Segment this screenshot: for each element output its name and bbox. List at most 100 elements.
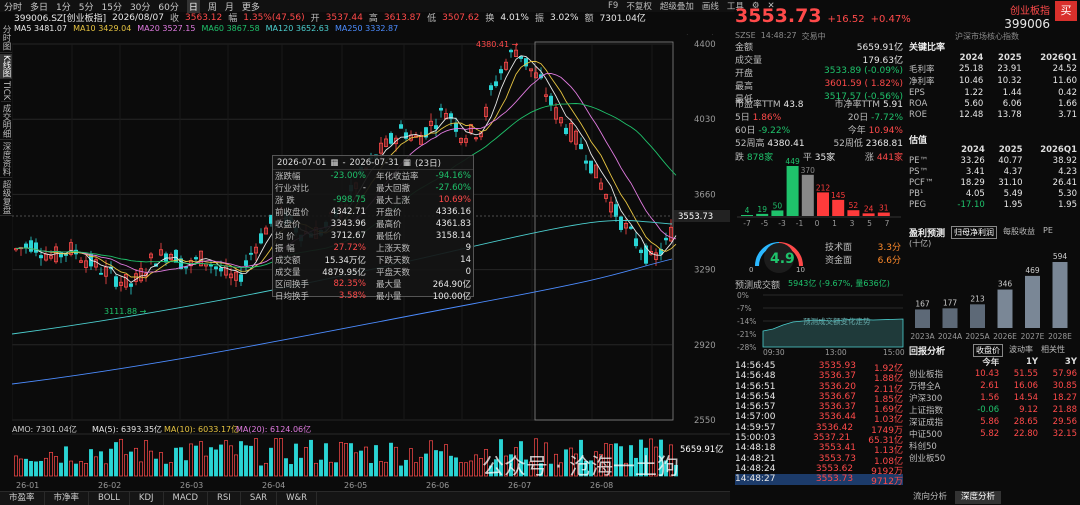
d60-label: 60日 — [735, 126, 756, 136]
volume-bar — [14, 455, 18, 477]
tick-row: 14:48:18 3553.41 1.13亿 — [735, 443, 903, 456]
date-tick: 26-06 — [426, 481, 449, 490]
candle-body — [564, 127, 569, 135]
table-cell: 14.54 — [1013, 393, 1039, 403]
price-tick: 3660 — [694, 190, 716, 200]
profit-tab[interactable]: PE — [1041, 226, 1055, 239]
calendar-icon[interactable]: ▦ — [330, 158, 338, 168]
period-tab[interactable]: 30分 — [130, 0, 150, 13]
period-tab[interactable]: 日 — [186, 0, 200, 13]
volume-bar — [29, 460, 33, 477]
table-cell: 0.42 — [1058, 87, 1077, 98]
toolbar-item[interactable]: 超级叠加 — [660, 0, 694, 12]
indicator-tab[interactable]: W&R — [277, 492, 318, 505]
table-cell: -17.10 — [957, 199, 985, 210]
leftnav-item[interactable]: TICK — [1, 80, 11, 103]
indicator-tab[interactable]: MACD — [164, 492, 208, 505]
table-cell: 5.82 — [980, 429, 1000, 439]
tooltip-value: 15.34万亿 — [324, 256, 366, 266]
leftnav-item[interactable]: 超级复盘 — [0, 179, 12, 217]
tick-time: 14:48:24 — [735, 463, 776, 474]
table-cell: PS™ — [909, 166, 929, 177]
quote-rows: 金额 5659.91亿 成交量 179.63亿 开盘 3533.89 (-0.09%) 最高… — [735, 40, 903, 105]
profit-value: 213 — [970, 294, 985, 303]
profit-value: 167 — [915, 299, 930, 308]
distribution-bar — [862, 213, 875, 216]
indicator-tab[interactable]: 市净率 — [45, 492, 90, 505]
profit-tab[interactable]: 每股收益 — [1001, 226, 1037, 239]
tooltip-label: 最小量 — [375, 292, 402, 302]
table-cell: 4.37 — [1003, 166, 1023, 177]
distribution-label: 7 — [885, 219, 890, 228]
indicator-tab[interactable]: RSI — [208, 492, 241, 505]
indicator-tab[interactable]: 市盈率 — [0, 492, 45, 505]
leftnav-item[interactable]: 深度资料 — [0, 141, 12, 179]
quote-row-label: 最高 — [735, 82, 754, 92]
profit-year: 2025A — [965, 332, 990, 341]
low-value: 3507.62 — [442, 12, 480, 23]
toolbar-item[interactable]: F9 — [608, 1, 618, 11]
table-cell: 38.92 — [1052, 155, 1077, 166]
tick-amount: 1.03亿 — [873, 415, 903, 426]
quote-row: 开盘 3533.89 (-0.09%) — [735, 66, 903, 79]
tooltip-value: 264.90亿 — [432, 280, 471, 290]
distribution-bar — [741, 215, 753, 216]
volume-bar — [349, 443, 353, 477]
distribution-bar — [756, 213, 769, 216]
candle-body — [614, 204, 619, 217]
candle-body — [453, 122, 458, 132]
table-cell: 1.22 — [964, 87, 984, 98]
range-to[interactable]: 2026-07-31 — [350, 158, 399, 168]
table-row: 深证成指 5.86 28.65 29.56 — [907, 416, 1079, 428]
volume-bar — [74, 463, 78, 477]
bottom-right-tabs: 流向分析 深度分析 — [907, 491, 1079, 504]
leftnav-item[interactable]: 成交明细 — [0, 103, 12, 141]
profit-tab[interactable]: 归母净利润 — [951, 226, 998, 239]
tick-row: 14:56:48 3536.37 1.88亿 — [735, 371, 903, 384]
period-tab[interactable]: 更多 — [242, 0, 260, 13]
low-mark: 3111.88 → — [104, 307, 147, 316]
table-header-cell: 3Y — [1064, 357, 1077, 367]
table-cell — [1040, 440, 1079, 452]
indicator-tab[interactable]: KDJ — [130, 492, 164, 505]
ma-item: MA20 3527.15 — [137, 24, 195, 33]
d5-label: 5日 — [735, 113, 750, 123]
buy-button[interactable]: 买 — [1055, 1, 1077, 21]
table-cell — [962, 452, 1001, 464]
volume-bar — [149, 450, 153, 477]
ma-legend: MA5 3481.07 MA10 3429.04 MA20 3527.15 MA60 … — [14, 23, 734, 33]
indicator-tab[interactable]: SAR — [241, 492, 278, 505]
range-label: 2026/01/23-2026/08/11(132日) — [590, 34, 715, 35]
profit-forecast-chart: 167 2023A 177 2024A 213 2025A 346 2026E 469 2027E… — [910, 252, 1072, 341]
close-value: 3563.12 — [185, 12, 223, 23]
toolbar-item[interactable]: 画线 — [702, 0, 719, 12]
period-tab[interactable]: 周 — [208, 0, 217, 13]
indicator-tab[interactable]: BOLL — [89, 492, 130, 505]
ma-item: MA10 3429.04 — [73, 24, 131, 33]
table-cell: 18.29 — [960, 177, 985, 188]
distribution-count: 4 — [745, 206, 750, 215]
leftnav-item[interactable]: 分时图 — [0, 24, 12, 53]
pe-value: 43.8 — [783, 100, 804, 110]
table-header: 2024 2025 2026Q1 — [907, 144, 1079, 155]
ma-label: MA250 — [334, 23, 363, 33]
candle-body — [213, 266, 218, 270]
calendar-icon[interactable]: ▦ — [403, 158, 411, 168]
distribution-count: 19 — [757, 205, 767, 214]
tooltip-label: 区间换手 — [275, 280, 310, 290]
tick-amount: 1.08亿 — [873, 456, 903, 467]
pe-label: 市盈率TTM — [735, 100, 781, 110]
distribution-count: 31 — [879, 204, 889, 213]
volume-bar — [329, 461, 333, 477]
tooltip-row: 成交量 4879.95亿 平盘天数 0 — [273, 266, 473, 278]
date-tick: 26-02 — [98, 481, 121, 490]
tick-row: 14:56:54 3536.67 1.85亿 — [735, 392, 903, 405]
bottom-right-tab[interactable]: 深度分析 — [955, 491, 1002, 504]
bottom-right-tab[interactable]: 流向分析 — [907, 491, 953, 504]
tooltip-row: 涨 跌 -998.75 最大上涨 10.69% — [273, 194, 473, 206]
leftnav-item[interactable]: K线图 — [0, 53, 12, 80]
volume-bar — [94, 456, 98, 477]
candle-body — [619, 216, 624, 230]
range-from[interactable]: 2026-07-01 — [277, 158, 326, 168]
profit-year: 2024A — [938, 332, 963, 341]
